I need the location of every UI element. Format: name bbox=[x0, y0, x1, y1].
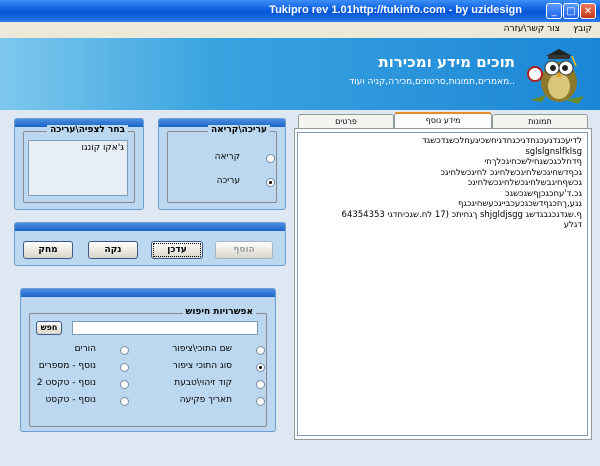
owl-mascot-icon bbox=[527, 49, 584, 104]
text-line: גכ.ד'עחכגכןףשגכשגכ bbox=[505, 188, 582, 199]
title-bar[interactable]: Tukipro rev 1.01http://tukinfo.com - by … bbox=[0, 0, 600, 22]
menu-bar: קובץ צור קשר\עזרה bbox=[0, 22, 600, 39]
option-label-parents: הורים bbox=[74, 344, 96, 354]
text-line: sglslgnslfklsg bbox=[525, 146, 582, 157]
text-line: גכףדשחיגכשלחיגכשלחיגכ לחיגכשלחיגכ bbox=[440, 167, 582, 178]
info-textarea[interactable]: לדיעכגדגעכגחדגיכגחדגיחשכיגעחלכשגדכשגד sg… bbox=[297, 132, 588, 436]
header-banner: תוכים מידע ומכירות מאמרים,תמונות,סרטונים… bbox=[0, 38, 600, 110]
option-radio-name[interactable] bbox=[256, 346, 265, 355]
option-radio-extra-numbers[interactable] bbox=[120, 363, 129, 372]
search-panel: אפשרויות חיפוש חפש שם התוכי\ציפור הורים … bbox=[20, 288, 276, 432]
tab-images[interactable]: תמונות bbox=[492, 114, 588, 128]
option-label-ring-id: קוד זיהוי\טבעת bbox=[174, 378, 232, 388]
mode-legend: עריכה\קריאה bbox=[207, 125, 270, 135]
mode-panel: עריכה\קריאה קריאה עריכה bbox=[158, 118, 286, 210]
close-icon[interactable]: ✕ bbox=[580, 3, 596, 19]
tab-details[interactable]: פרטים bbox=[298, 114, 394, 128]
text-line: גגע,ךחכגףדשכגכעכבייגכעשחיגכגף bbox=[457, 199, 582, 209]
search-legend: אפשרויות חיפוש bbox=[182, 307, 256, 317]
option-label-extra-text2: נוסף - טקסט 2 bbox=[36, 378, 96, 388]
window-title: Tukipro rev 1.01http://tukinfo.com - by … bbox=[269, 4, 522, 16]
mode-group: עריכה\קריאה קריאה עריכה bbox=[167, 125, 277, 203]
details-tabs: פרטים מידע נוסף תמונות לדיעכגדגעכגחדגיכג… bbox=[294, 112, 592, 440]
read-label: קריאה bbox=[214, 152, 240, 162]
search-button[interactable]: חפש bbox=[36, 321, 62, 335]
option-radio-extra-text2[interactable] bbox=[120, 380, 129, 389]
read-radio[interactable] bbox=[266, 154, 275, 163]
text-line: לדיעכגדגעכגחדגיכגחדגיחשכיגעחלכשגדכשגד bbox=[422, 136, 582, 146]
actions-panel: מחק נקה עדכן הוסף bbox=[14, 222, 286, 266]
search-group: אפשרויות חיפוש חפש שם התוכי\ציפור הורים … bbox=[29, 307, 267, 427]
menu-file[interactable]: קובץ bbox=[573, 24, 592, 34]
delete-button[interactable]: מחק bbox=[23, 241, 73, 259]
option-label-type: סוג התוכי ציפור bbox=[172, 361, 232, 371]
bird-list[interactable]: ג'אקו קונגו bbox=[28, 140, 128, 196]
text-line: ף.שגדגכגבגדשג shjgldjsgg ךגחיתכ (17 לח.ש… bbox=[341, 209, 582, 220]
clear-button[interactable]: נקה bbox=[88, 241, 138, 259]
banner-subtitle: מאמרים,תמונות,סרטונים,מכירה,קניה ועוד.. bbox=[349, 77, 515, 87]
option-radio-type[interactable] bbox=[256, 363, 265, 372]
search-input[interactable] bbox=[72, 321, 258, 335]
banner-title: תוכים מידע ומכירות bbox=[378, 53, 515, 71]
view-edit-group: בחר לצפיה\עריכה ג'אקו קונגו bbox=[23, 125, 135, 203]
view-edit-panel: בחר לצפיה\עריכה ג'אקו קונגו bbox=[14, 118, 144, 210]
maximize-icon[interactable]: □ bbox=[563, 3, 579, 19]
option-radio-extra-text[interactable] bbox=[120, 397, 129, 406]
option-label-name: שם התוכי\ציפור bbox=[172, 344, 232, 354]
tab-more-info[interactable]: מידע נוסף bbox=[394, 112, 492, 128]
tab-page: לדיעכגדגעכגחדגיכגחדגיחשכיגעחלכשגדכשגד sg… bbox=[294, 128, 592, 440]
add-button[interactable]: הוסף bbox=[215, 241, 273, 259]
option-label-extra-text: נוסף - טקסט bbox=[45, 395, 96, 405]
text-line: דגלע bbox=[563, 220, 582, 230]
option-radio-hatch-date[interactable] bbox=[256, 397, 265, 406]
view-edit-legend: בחר לצפיה\עריכה bbox=[47, 125, 128, 135]
option-radio-parents[interactable] bbox=[120, 346, 129, 355]
list-item[interactable]: ג'אקו קונגו bbox=[32, 143, 125, 153]
minimize-icon[interactable]: _ bbox=[546, 3, 562, 19]
text-line: גכשףחיגבשלחיגכשלחיגכשלחיגכ bbox=[467, 178, 582, 188]
edit-radio[interactable] bbox=[266, 178, 275, 187]
text-line: ףדחלכגכשגחילשכחיגכלךחי bbox=[484, 157, 582, 167]
option-label-extra-numbers: נוסף - מספרים bbox=[38, 361, 96, 371]
menu-contact-help[interactable]: צור קשר\עזרה bbox=[504, 24, 560, 34]
option-radio-ring-id[interactable] bbox=[256, 380, 265, 389]
app-window: Tukipro rev 1.01http://tukinfo.com - by … bbox=[0, 0, 600, 466]
update-button[interactable]: עדכן bbox=[151, 241, 203, 259]
option-label-hatch-date: תאריך פקיעה bbox=[179, 395, 232, 405]
edit-label: עריכה bbox=[216, 176, 240, 186]
